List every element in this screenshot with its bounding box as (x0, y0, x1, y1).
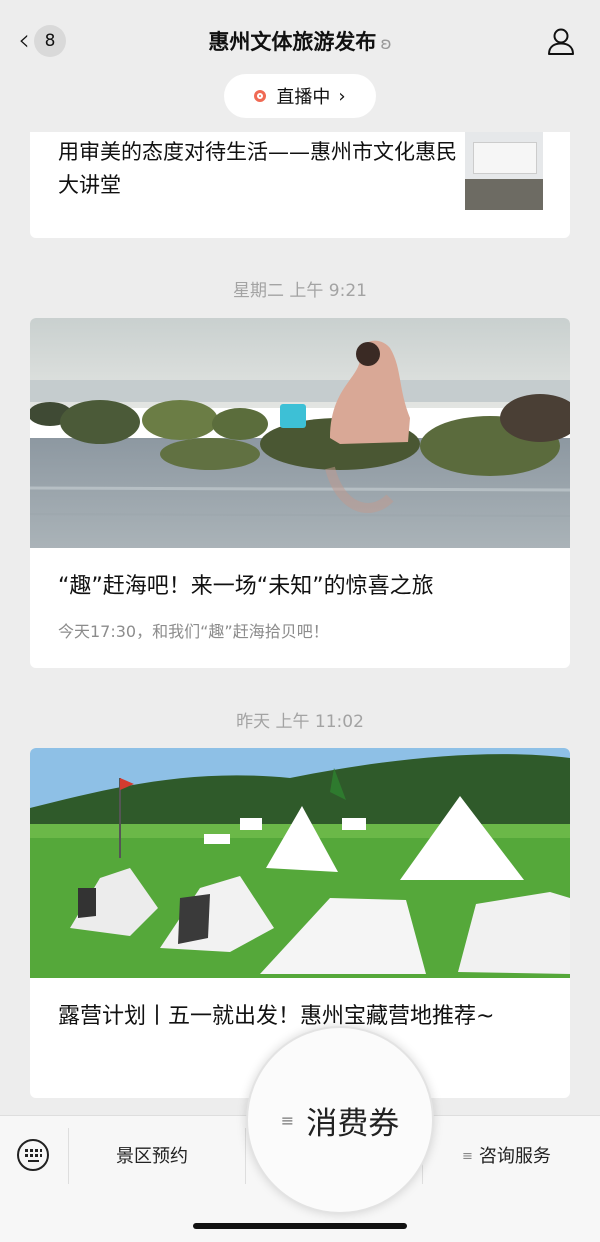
menu-label: 消费券 (306, 1105, 400, 1142)
person-icon[interactable] (546, 26, 576, 56)
home-indicator[interactable] (193, 1223, 407, 1229)
chevron-right-icon: › (338, 85, 346, 107)
article-title: 用审美的态度对待生活——惠州市文化惠民大讲堂 (58, 140, 457, 197)
article-title: 露营计划丨五一就出发！惠州宝藏营地推荐~ (58, 1004, 495, 1029)
article-subtitle: 今天17:30，和我们“趣”赶海拾贝吧！ (58, 622, 329, 641)
keyboard-icon[interactable] (16, 1138, 50, 1172)
camping-photo (30, 748, 570, 978)
menu-label: 咨询服务 (478, 1146, 551, 1167)
menu-lines-icon: ≡ (462, 1149, 473, 1164)
live-dot-icon (254, 90, 267, 102)
app-header: ‹ 8 惠州文体旅游发布 ʚ 直播中 › (0, 0, 600, 132)
article-card[interactable]: “趣”赶海吧！来一场“未知”的惊喜之旅 今天17:30，和我们“趣”赶海拾贝吧！ (30, 318, 570, 668)
lecture-screen-image (473, 142, 537, 174)
live-button[interactable]: 直播中 › (224, 74, 376, 118)
beach-photo (30, 318, 570, 548)
live-label: 直播中 (276, 87, 331, 108)
divider (245, 1128, 246, 1184)
ear-icon: ʚ (380, 34, 392, 54)
account-name: 惠州文体旅游发布 (208, 30, 377, 54)
menu-scenic-booking[interactable]: 景区预约 (116, 1142, 188, 1168)
article-thumbnail (465, 132, 543, 210)
page-title: 惠州文体旅游发布 ʚ (0, 26, 600, 56)
divider (68, 1128, 69, 1184)
timestamp: 昨天 上午 11:02 (236, 712, 364, 732)
article-title: “趣”赶海吧！来一场“未知”的惊喜之旅 (58, 574, 434, 599)
menu-lines-icon: ≡ (280, 1110, 295, 1130)
timestamp: 星期二 上午 9:21 (233, 281, 367, 301)
menu-coupon[interactable]: ≡ 消费券 (246, 1026, 434, 1214)
menu-consulting-service[interactable]: ≡ 咨询服务 (462, 1142, 551, 1168)
